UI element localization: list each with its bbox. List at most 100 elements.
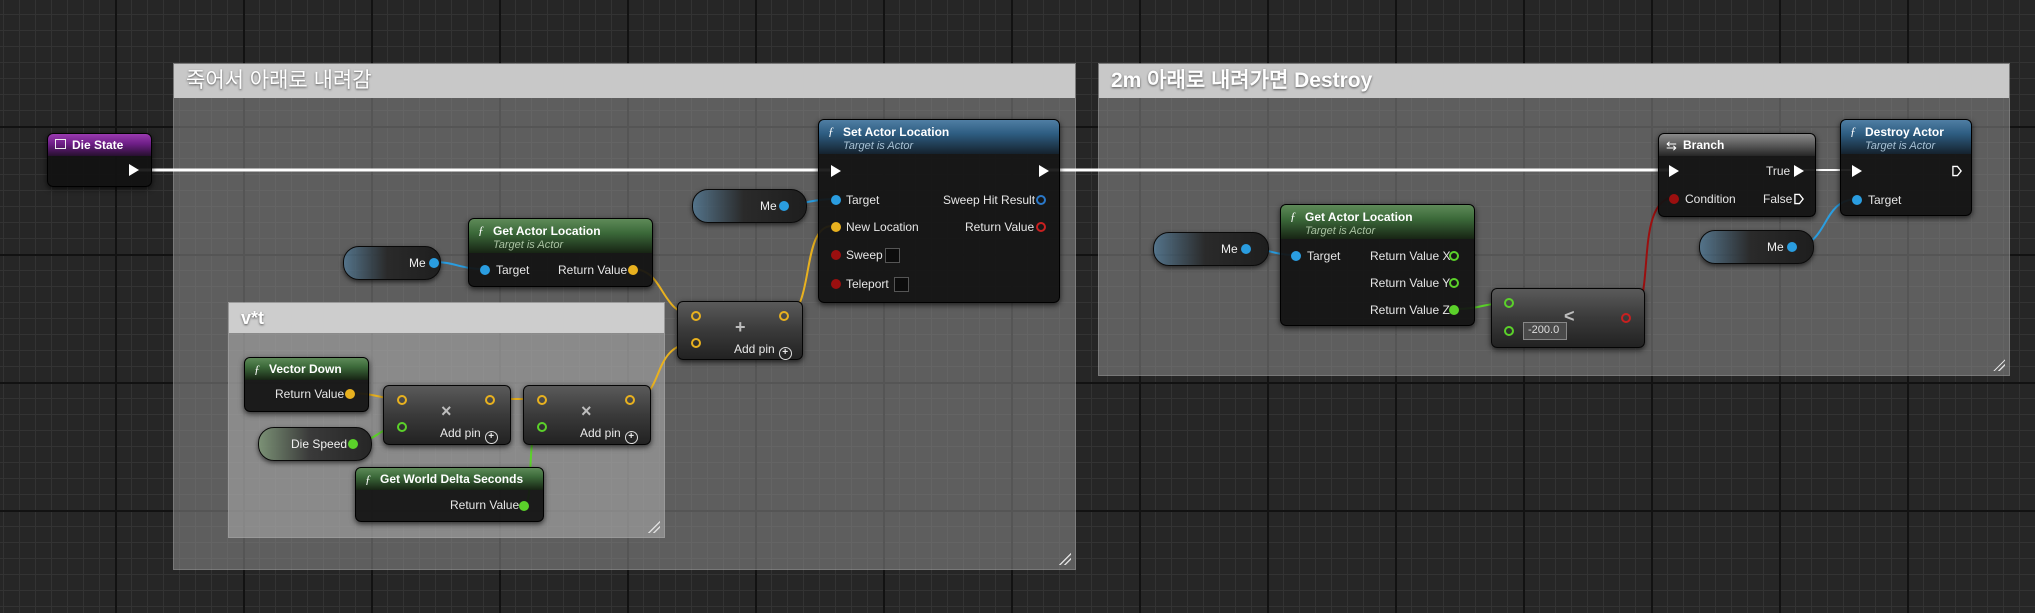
sweep-checkbox[interactable] bbox=[885, 248, 900, 263]
return-value-pin[interactable] bbox=[345, 389, 355, 399]
function-icon: ƒ bbox=[254, 362, 260, 376]
input-pin-b[interactable] bbox=[537, 422, 547, 432]
condition-input-pin[interactable] bbox=[1669, 194, 1679, 204]
target-input-pin[interactable] bbox=[831, 195, 841, 205]
me-output-pin[interactable] bbox=[779, 201, 789, 211]
true-exec-pin[interactable] bbox=[1794, 165, 1804, 177]
me-output-pin[interactable] bbox=[1787, 242, 1797, 252]
exec-out-pin[interactable] bbox=[129, 164, 139, 176]
destroy-actor-node[interactable]: ƒ Destroy Actor Target is Actor Target bbox=[1840, 119, 1972, 216]
add-pin-icon: + bbox=[778, 347, 792, 360]
add-pin-button[interactable]: Add pin + bbox=[734, 342, 792, 360]
target-label: Target bbox=[1868, 193, 1902, 207]
resize-handle[interactable] bbox=[1059, 553, 1071, 565]
node-title: Die State bbox=[72, 138, 124, 152]
die-speed-output-pin[interactable] bbox=[348, 439, 358, 449]
input-pin-a[interactable] bbox=[691, 311, 701, 321]
return-value-label: Return Value bbox=[450, 498, 520, 512]
new-location-input-pin[interactable] bbox=[831, 222, 841, 232]
node-title: Get Actor Location bbox=[493, 224, 601, 238]
value-input[interactable]: -200.0 bbox=[1523, 322, 1567, 340]
teleport-label: Teleport bbox=[846, 277, 889, 291]
add-pin-button[interactable]: Add pin + bbox=[580, 426, 638, 444]
function-icon: ƒ bbox=[1290, 209, 1296, 223]
add-vector-node[interactable]: + Add pin + bbox=[677, 301, 803, 360]
me-variable-node[interactable]: Me bbox=[1153, 232, 1269, 266]
return-value-x-label: Return Value X bbox=[1370, 249, 1451, 263]
node-title: Branch bbox=[1683, 138, 1725, 152]
exec-in-pin[interactable] bbox=[831, 165, 841, 177]
multiply-node-1[interactable]: × Add pin + bbox=[383, 385, 511, 445]
sweep-hit-result-label: Sweep Hit Result bbox=[943, 193, 1036, 207]
target-input-pin[interactable] bbox=[480, 265, 490, 275]
output-pin[interactable] bbox=[485, 395, 495, 405]
return-value-label: Return Value bbox=[965, 220, 1035, 234]
less-than-node[interactable]: -200.0 < bbox=[1491, 288, 1645, 348]
get-actor-location-node-1[interactable]: ƒ Get Actor Location Target is Actor Tar… bbox=[468, 218, 653, 287]
target-input-pin[interactable] bbox=[1852, 195, 1862, 205]
function-icon: ƒ bbox=[828, 124, 834, 138]
add-pin-label: Add pin bbox=[734, 342, 775, 356]
return-value-pin[interactable] bbox=[519, 501, 529, 511]
resize-handle[interactable] bbox=[1993, 359, 2005, 371]
me-variable-node[interactable]: Me bbox=[692, 189, 807, 223]
node-subtitle: Target is Actor bbox=[843, 140, 914, 152]
exec-out-pin[interactable] bbox=[1039, 165, 1049, 177]
set-actor-location-node[interactable]: ƒ Set Actor Location Target is Actor Tar… bbox=[818, 119, 1060, 303]
comment-title-vt[interactable]: v*t bbox=[229, 303, 664, 333]
me-variable-node[interactable]: Me bbox=[1699, 230, 1814, 264]
input-pin-a[interactable] bbox=[1504, 298, 1514, 308]
add-symbol: + bbox=[735, 317, 746, 337]
get-world-delta-seconds-node[interactable]: ƒ Get World Delta Seconds Return Value bbox=[355, 467, 544, 522]
sweep-hit-result-pin[interactable] bbox=[1036, 195, 1046, 205]
target-input-pin[interactable] bbox=[1291, 251, 1301, 261]
sweep-input-pin[interactable] bbox=[831, 250, 841, 260]
add-pin-label: Add pin bbox=[440, 426, 481, 440]
branch-node[interactable]: ⇆ Branch True Condition False bbox=[1658, 133, 1816, 217]
comment-title-fall-down[interactable]: 죽어서 아래로 내려감 bbox=[174, 64, 1075, 98]
die-state-node[interactable]: Die State bbox=[47, 133, 152, 187]
input-pin-b[interactable] bbox=[691, 338, 701, 348]
get-actor-location-node-2[interactable]: ƒ Get Actor Location Target is Actor Tar… bbox=[1280, 204, 1475, 326]
return-value-z-pin[interactable] bbox=[1449, 305, 1459, 315]
multiply-node-2[interactable]: × Add pin + bbox=[523, 385, 651, 445]
node-title: Set Actor Location bbox=[843, 125, 950, 139]
exec-out-pin[interactable] bbox=[1952, 165, 1962, 177]
return-value-pin[interactable] bbox=[1036, 222, 1046, 232]
node-subtitle: Target is Actor bbox=[1865, 140, 1936, 152]
resize-handle[interactable] bbox=[648, 521, 660, 533]
output-pin[interactable] bbox=[625, 395, 635, 405]
input-pin-a[interactable] bbox=[397, 395, 407, 405]
die-speed-variable-node[interactable]: Die Speed bbox=[258, 427, 372, 461]
node-title: Destroy Actor bbox=[1865, 125, 1944, 139]
function-icon: ƒ bbox=[365, 472, 371, 486]
input-pin-b[interactable] bbox=[1504, 326, 1514, 336]
return-value-pin[interactable] bbox=[628, 265, 638, 275]
me-label: Me bbox=[409, 256, 426, 270]
me-variable-node[interactable]: Me bbox=[343, 246, 441, 280]
input-pin-a[interactable] bbox=[537, 395, 547, 405]
node-header: ƒ Get Actor Location Target is Actor bbox=[469, 219, 652, 253]
return-value-x-pin[interactable] bbox=[1449, 251, 1459, 261]
sweep-label: Sweep bbox=[846, 248, 883, 262]
comment-title-destroy[interactable]: 2m 아래로 내려가면 Destroy bbox=[1099, 64, 2009, 98]
return-value-y-pin[interactable] bbox=[1449, 278, 1459, 288]
node-header: ƒ Set Actor Location Target is Actor bbox=[819, 120, 1059, 154]
node-title: Get Actor Location bbox=[1305, 210, 1413, 224]
target-label: Target bbox=[846, 193, 880, 207]
add-pin-button[interactable]: Add pin + bbox=[440, 426, 498, 444]
me-label: Me bbox=[1221, 242, 1238, 256]
output-pin[interactable] bbox=[779, 311, 789, 321]
exec-in-pin[interactable] bbox=[1852, 165, 1862, 177]
false-exec-pin[interactable] bbox=[1794, 193, 1804, 205]
me-output-pin[interactable] bbox=[1241, 244, 1251, 254]
teleport-checkbox[interactable] bbox=[894, 277, 909, 292]
me-output-pin[interactable] bbox=[429, 258, 439, 268]
branch-icon: ⇆ bbox=[1666, 138, 1677, 153]
teleport-input-pin[interactable] bbox=[831, 279, 841, 289]
output-pin[interactable] bbox=[1621, 313, 1631, 323]
function-icon: ƒ bbox=[478, 223, 484, 237]
vector-down-node[interactable]: ƒ Vector Down Return Value bbox=[244, 357, 369, 412]
input-pin-b[interactable] bbox=[397, 422, 407, 432]
exec-in-pin[interactable] bbox=[1669, 165, 1679, 177]
